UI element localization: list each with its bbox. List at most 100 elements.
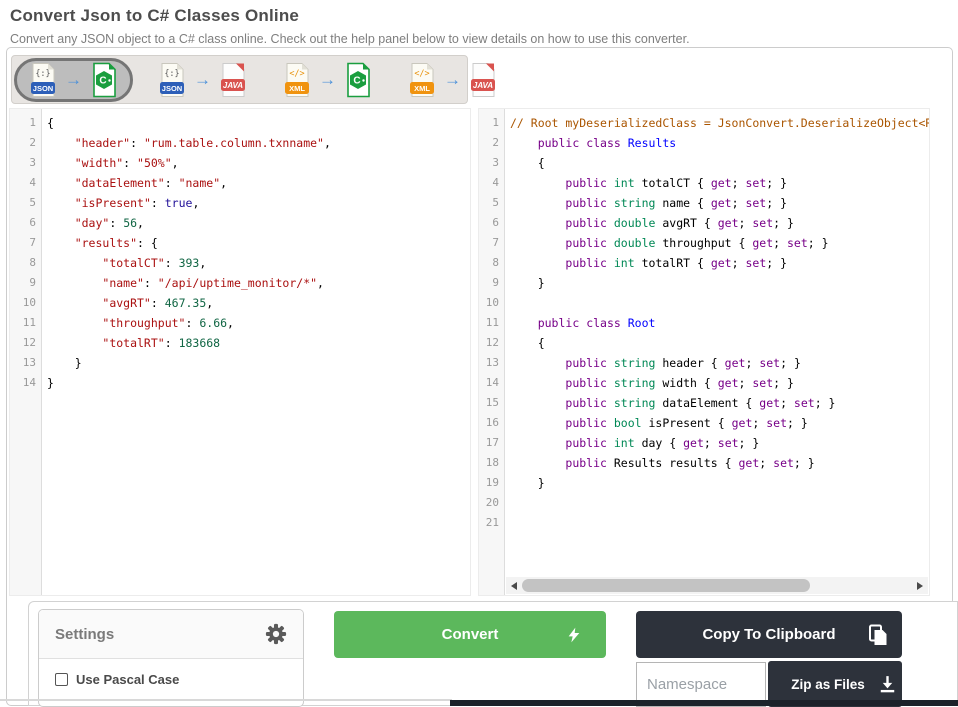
- line-number: 13: [22, 356, 36, 369]
- svg-text:{:}: {:}: [164, 69, 179, 79]
- json-file-icon: {:} JSON: [31, 62, 55, 97]
- zip-button-label: Zip as Files: [791, 676, 865, 692]
- code-line: }: [510, 476, 545, 490]
- code-line: public int day { get; set; }: [565, 436, 760, 450]
- convert-button[interactable]: Convert: [334, 611, 606, 658]
- line-number: 9: [492, 276, 499, 289]
- use-pascal-case-label: Use Pascal Case: [76, 672, 180, 687]
- code-line: "avgRT": 467.35,: [102, 296, 214, 310]
- scroll-left-arrow-icon[interactable]: [506, 577, 522, 594]
- svg-text:JSON: JSON: [33, 84, 53, 93]
- mode-json-to-java[interactable]: {:} JSON → JAVA: [147, 58, 258, 102]
- json-editor-gutter: 1 2 3 4 5 6 7 8 9 10 11 12 13 14: [10, 109, 42, 595]
- line-number: 11: [485, 316, 499, 329]
- svg-text:XML: XML: [289, 84, 305, 93]
- line-number: 16: [485, 416, 499, 429]
- line-number: 11: [22, 316, 36, 329]
- lightning-bolt-icon: [568, 627, 580, 642]
- conversion-mode-toolbar: {:} JSON → C {:} JSON → JAVA </> XML → C…: [11, 55, 495, 104]
- code-line: {: [510, 336, 545, 350]
- code-line: public bool isPresent { get; set; }: [565, 416, 808, 430]
- arrow-icon: →: [194, 70, 211, 89]
- svg-text:{:}: {:}: [35, 69, 50, 79]
- line-number: 1: [29, 116, 36, 129]
- code-line: {: [510, 156, 545, 170]
- arrow-icon: →: [65, 70, 82, 89]
- line-number: 13: [485, 356, 499, 369]
- settings-title: Settings: [55, 625, 115, 643]
- code-line: "totalCT": 393,: [102, 256, 207, 270]
- svg-text:JAVA: JAVA: [223, 81, 243, 90]
- line-number: 8: [492, 256, 499, 269]
- line-number: 2: [492, 136, 499, 149]
- download-icon: [880, 676, 895, 693]
- line-number: 18: [485, 456, 499, 469]
- csharp-editor-code[interactable]: // Root myDeserializedClass = JsonConver…: [505, 109, 929, 595]
- svg-text:XML: XML: [414, 84, 430, 93]
- code-line: public class Results: [537, 136, 677, 150]
- settings-body: Use Pascal Case: [39, 659, 303, 700]
- scrollbar-thumb[interactable]: [522, 579, 810, 592]
- json-editor-code[interactable]: { "header": "rum.table.column.txnname", …: [42, 109, 470, 595]
- copy-to-clipboard-button[interactable]: Copy To Clipboard: [636, 611, 902, 658]
- page-title: Convert Json to C# Classes Online: [10, 6, 300, 25]
- mode-xml-to-java[interactable]: </> XML → JAVA: [397, 58, 508, 102]
- code-line: public double throughput { get; set; }: [565, 236, 829, 250]
- xml-file-icon: </> XML: [285, 62, 309, 97]
- bottom-divider: [0, 699, 452, 701]
- code-line: public string header { get; set; }: [565, 356, 801, 370]
- line-number: 4: [29, 176, 36, 189]
- code-line: public int totalCT { get; set; }: [565, 176, 788, 190]
- settings-header[interactable]: Settings: [39, 610, 303, 659]
- help-panel-edge: [450, 700, 958, 706]
- line-number: 14: [485, 376, 499, 389]
- code-line: "width": "50%",: [74, 156, 179, 170]
- line-number: 10: [22, 296, 36, 309]
- code-line: "totalRT": 183668: [102, 336, 221, 350]
- line-number: 3: [492, 156, 499, 169]
- line-number: 4: [492, 176, 499, 189]
- code-line: public string width { get; set; }: [565, 376, 794, 390]
- xml-file-icon: </> XML: [410, 62, 434, 97]
- code-line: public string dataElement { get; set; }: [565, 396, 836, 410]
- line-number: 17: [485, 436, 499, 449]
- copy-icon: [869, 624, 887, 645]
- arrow-icon: →: [444, 70, 461, 89]
- code-line: public string name { get; set; }: [565, 196, 788, 210]
- code-line: {: [47, 116, 54, 130]
- mode-xml-to-csharp[interactable]: </> XML → C: [272, 58, 383, 102]
- json-file-icon: {:} JSON: [160, 62, 184, 97]
- line-number: 6: [29, 216, 36, 229]
- settings-card: Settings Use Pascal Case: [38, 609, 304, 707]
- svg-text:C: C: [353, 75, 360, 86]
- line-number: 5: [492, 196, 499, 209]
- scroll-right-arrow-icon[interactable]: [912, 577, 928, 594]
- line-number: 12: [22, 336, 36, 349]
- line-number: 9: [29, 276, 36, 289]
- line-number: 10: [485, 296, 499, 309]
- code-line: "throughput": 6.66,: [102, 316, 234, 330]
- line-number: 1: [492, 116, 499, 129]
- code-line: "day": 56,: [74, 216, 144, 230]
- json-input-editor[interactable]: 1 2 3 4 5 6 7 8 9 10 11 12 13 14 { "header": "rum.tab…: [9, 108, 471, 596]
- java-file-icon: JAVA: [471, 62, 495, 97]
- horizontal-scrollbar[interactable]: [506, 577, 928, 594]
- code-line: // Root myDeserializedClass = JsonConver…: [510, 116, 929, 130]
- line-number: 21: [485, 516, 499, 529]
- line-number: 8: [29, 256, 36, 269]
- code-line: public double avgRT { get; set; }: [565, 216, 794, 230]
- convert-button-label: Convert: [441, 626, 499, 643]
- line-number: 6: [492, 216, 499, 229]
- line-number: 5: [29, 196, 36, 209]
- gear-icon[interactable]: [265, 623, 287, 645]
- mode-json-to-csharp[interactable]: {:} JSON → C: [14, 57, 133, 102]
- line-number: 3: [29, 156, 36, 169]
- svg-text:JSON: JSON: [162, 84, 182, 93]
- code-line: "dataElement": "name",: [74, 176, 228, 190]
- code-line: "results": {: [74, 236, 158, 250]
- svg-text:</>: </>: [289, 69, 304, 79]
- code-line: }: [510, 276, 545, 290]
- csharp-output-editor[interactable]: 1 2 3 4 5 6 7 8 9 10 11 12 13 14 15 16 17 18 19 20 21 // Roo…: [478, 108, 930, 596]
- use-pascal-case-checkbox[interactable]: [55, 673, 68, 686]
